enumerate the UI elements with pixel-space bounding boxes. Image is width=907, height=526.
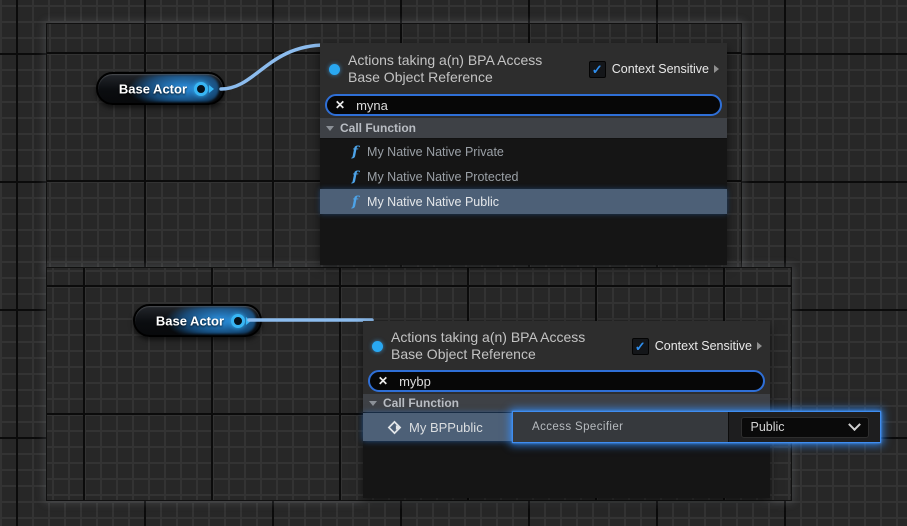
- search-row: ✕: [363, 369, 770, 394]
- pin-ring-icon: [194, 82, 208, 96]
- category-label: Call Function: [340, 121, 416, 135]
- node-label: Base Actor: [119, 81, 187, 96]
- list-item[interactable]: f My Native Native Protected: [320, 164, 727, 189]
- category-call-function[interactable]: Call Function: [320, 118, 727, 139]
- menu-title-line1: Actions taking a(n) BPA Access: [348, 52, 542, 69]
- menu-title: Actions taking a(n) BPA Access Base Obje…: [391, 329, 585, 363]
- list-item[interactable]: f My Native Native Private: [320, 139, 727, 164]
- dropdown-value: Public: [751, 420, 785, 434]
- access-specifier-label: Access Specifier: [513, 421, 623, 433]
- list-item-label: My BPPublic: [409, 420, 483, 435]
- object-output-pin-icon[interactable]: [194, 82, 214, 96]
- pin-ring-icon: [231, 314, 245, 328]
- access-specifier-popup: Access Specifier Public: [512, 411, 881, 443]
- chevron-down-icon: [848, 418, 861, 431]
- search-box[interactable]: ✕: [368, 370, 765, 392]
- menu-title-line2: Base Object Reference: [391, 346, 585, 363]
- function-icon: f: [352, 195, 358, 209]
- collapse-triangle-icon: [326, 126, 334, 131]
- object-pin-dot-icon: [329, 64, 340, 75]
- list-item-selected[interactable]: f My Native Native Public: [320, 189, 727, 214]
- menu-title-line2: Base Object Reference: [348, 69, 542, 86]
- clear-search-icon[interactable]: ✕: [378, 375, 388, 387]
- list-item-label: My Native Native Private: [367, 145, 504, 159]
- action-list: f My Native Native Private f My Native N…: [320, 139, 727, 265]
- popup-label-section: Access Specifier: [513, 412, 729, 442]
- blueprint-function-diamond-icon: [387, 420, 402, 435]
- base-actor-node-top[interactable]: Base Actor: [96, 72, 225, 105]
- menu-title: Actions taking a(n) BPA Access Base Obje…: [348, 52, 542, 86]
- search-row: ✕: [320, 93, 727, 118]
- expand-arrow-icon[interactable]: [714, 65, 719, 73]
- context-sensitive-checkbox[interactable]: ✓: [632, 338, 649, 355]
- context-sensitive-label: Context Sensitive: [655, 339, 752, 353]
- context-sensitive-checkbox[interactable]: ✓: [589, 61, 606, 78]
- access-specifier-dropdown[interactable]: Public: [741, 417, 869, 438]
- category-label: Call Function: [383, 396, 459, 410]
- list-item-label: My Native Native Public: [367, 195, 499, 209]
- context-sensitive-label: Context Sensitive: [612, 62, 709, 76]
- check-icon: ✓: [635, 340, 646, 353]
- search-box[interactable]: ✕: [325, 94, 722, 116]
- menu-title-line1: Actions taking a(n) BPA Access: [391, 329, 585, 346]
- search-input[interactable]: [356, 98, 712, 113]
- popup-value-section: Public: [729, 412, 880, 442]
- object-pin-dot-icon: [372, 341, 383, 352]
- function-icon: f: [352, 145, 358, 159]
- context-menu-top: Actions taking a(n) BPA Access Base Obje…: [320, 43, 727, 263]
- function-icon: f: [352, 170, 358, 184]
- list-item-label: My Native Native Protected: [367, 170, 518, 184]
- pin-arrow-icon: [209, 85, 214, 93]
- check-icon: ✓: [592, 63, 603, 76]
- context-sensitive-group: ✓ Context Sensitive: [589, 61, 719, 78]
- list-item-selected[interactable]: My BPPublic: [363, 413, 512, 441]
- collapse-triangle-icon: [369, 401, 377, 406]
- blueprint-graph-canvas[interactable]: Base Actor Base Actor Actions taking a(n…: [0, 0, 907, 526]
- menu-header: Actions taking a(n) BPA Access Base Obje…: [363, 321, 770, 369]
- expand-arrow-icon[interactable]: [757, 342, 762, 350]
- menu-header: Actions taking a(n) BPA Access Base Obje…: [320, 43, 727, 93]
- node-label: Base Actor: [156, 313, 224, 328]
- context-sensitive-group: ✓ Context Sensitive: [632, 338, 762, 355]
- context-menu-bottom: Actions taking a(n) BPA Access Base Obje…: [363, 321, 770, 497]
- clear-search-icon[interactable]: ✕: [335, 99, 345, 111]
- search-input[interactable]: [399, 374, 755, 389]
- base-actor-node-bottom[interactable]: Base Actor: [133, 304, 262, 337]
